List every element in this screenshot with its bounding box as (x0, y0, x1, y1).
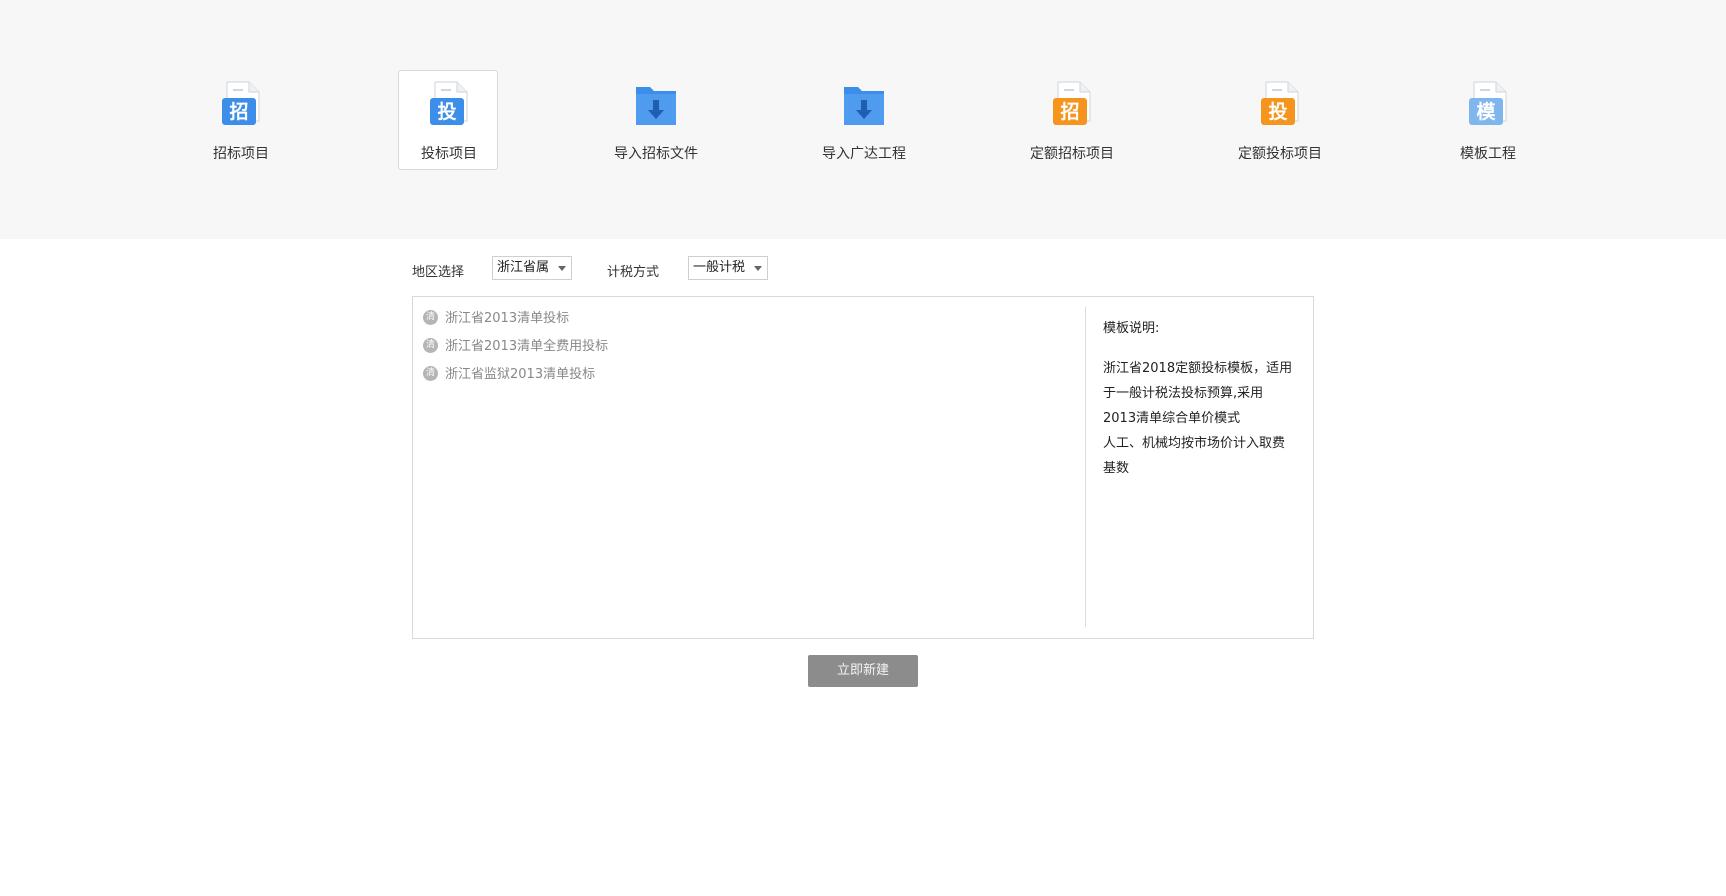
template-description: 模板说明: 浙江省2018定额投标模板，适用于一般计税法投标预算,采用2013清… (1103, 317, 1293, 481)
bill-badge-icon: 清 (423, 366, 438, 381)
svg-text:投: 投 (437, 100, 456, 123)
tile-label: 投标项目 (421, 146, 477, 162)
tax-method-select[interactable]: 一般计税 (688, 256, 768, 280)
template-name: 浙江省2013清单全费用投标 (445, 339, 609, 354)
tender-doc-icon: 投 (430, 81, 468, 125)
tile-label: 招标项目 (213, 146, 269, 162)
quota-tender-doc-icon: 投 (1261, 81, 1299, 125)
tax-method-label: 计税方式 (607, 265, 660, 280)
folder-download-icon (636, 87, 676, 125)
description-body: 浙江省2018定额投标模板，适用于一般计税法投标预算,采用2013清单综合单价模… (1103, 361, 1293, 476)
list-item[interactable]: 清浙江省2013清单投标 (423, 309, 1023, 337)
folder-download-icon (844, 87, 884, 125)
tile-label: 模板工程 (1460, 146, 1516, 162)
tile-quota-bid-project[interactable]: 招 定额招标项目 (1021, 70, 1121, 170)
tile-label: 导入招标文件 (614, 146, 698, 162)
tile-template-project[interactable]: 模 模板工程 (1437, 70, 1537, 170)
svg-text:模: 模 (1476, 100, 1496, 123)
tax-method-select-value: 一般计税 (693, 260, 746, 275)
template-list: 清浙江省2013清单投标 清浙江省2013清单全费用投标 清浙江省监狱2013清… (423, 309, 1023, 393)
description-title: 模板说明: (1103, 321, 1160, 336)
project-type-toolbar: 招 招标项目 投 投标项目 导入招标文件 导入广达工程 招 定额招标项目 投 定… (0, 0, 1726, 239)
tile-label: 定额招标项目 (1030, 146, 1114, 162)
bill-badge-icon: 清 (423, 338, 438, 353)
list-item[interactable]: 清浙江省监狱2013清单投标 (423, 365, 1023, 393)
tile-label: 定额投标项目 (1238, 146, 1322, 162)
template-name: 浙江省监狱2013清单投标 (445, 367, 596, 382)
svg-text:招: 招 (1060, 100, 1079, 123)
template-panel: 清浙江省2013清单投标 清浙江省2013清单全费用投标 清浙江省监狱2013清… (412, 296, 1314, 639)
region-select-value: 浙江省属 (497, 260, 550, 275)
bill-badge-icon: 清 (423, 310, 438, 325)
tile-import-bid-file[interactable]: 导入招标文件 (605, 70, 705, 170)
tile-import-guangda-project[interactable]: 导入广达工程 (813, 70, 913, 170)
region-label: 地区选择 (412, 265, 465, 280)
template-name: 浙江省2013清单投标 (445, 311, 570, 326)
svg-text:招: 招 (229, 100, 248, 123)
template-doc-icon: 模 (1469, 81, 1507, 125)
chevron-down-icon (558, 266, 566, 271)
tile-bid-project[interactable]: 招 招标项目 (190, 70, 290, 170)
list-item[interactable]: 清浙江省2013清单全费用投标 (423, 337, 1023, 365)
bid-doc-icon: 招 (222, 81, 260, 125)
svg-text:投: 投 (1268, 100, 1287, 123)
region-select[interactable]: 浙江省属 (492, 256, 572, 280)
tile-tender-project[interactable]: 投 投标项目 (398, 70, 498, 170)
tile-quota-tender-project[interactable]: 投 定额投标项目 (1229, 70, 1329, 170)
chevron-down-icon (754, 266, 762, 271)
panel-divider (1085, 307, 1086, 627)
create-now-button[interactable]: 立即新建 (808, 655, 918, 687)
tile-label: 导入广达工程 (822, 146, 906, 162)
quota-bid-doc-icon: 招 (1053, 81, 1091, 125)
